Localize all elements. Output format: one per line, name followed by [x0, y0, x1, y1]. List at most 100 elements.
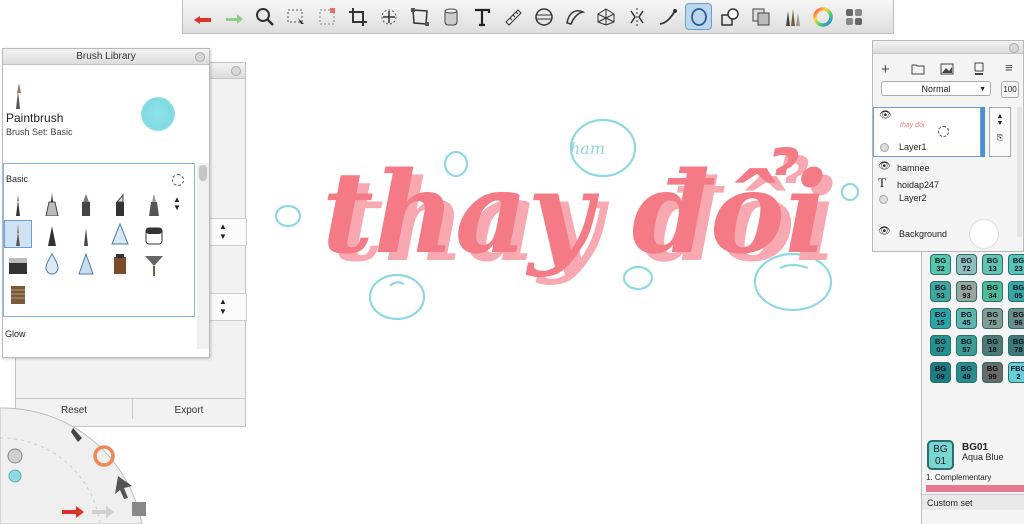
selection-mode-button[interactable]: [313, 3, 340, 30]
marker-brush[interactable]: [72, 190, 100, 218]
copic-swatch[interactable]: BG 45: [956, 308, 977, 329]
redo-icon: [225, 13, 243, 24]
airbrush-brush[interactable]: [106, 220, 134, 248]
magnify-button[interactable]: [251, 3, 278, 30]
copic-swatch[interactable]: BG 93: [956, 281, 977, 302]
copic-swatch[interactable]: BG 72: [956, 254, 977, 275]
lagoon-menu[interactable]: [0, 380, 170, 524]
undo-button[interactable]: [189, 3, 216, 30]
close-icon[interactable]: [1009, 43, 1019, 53]
background-color-swatch[interactable]: [969, 219, 999, 249]
copic-swatch[interactable]: BG 34: [982, 281, 1003, 302]
selection-button[interactable]: [282, 3, 309, 30]
brush-library-titlebar[interactable]: Brush Library: [3, 49, 209, 65]
hard-eraser-brush[interactable]: [4, 250, 32, 278]
copic-swatch[interactable]: BG 15: [930, 308, 951, 329]
layer-row-background[interactable]: 👁 Background: [873, 216, 1021, 249]
ellipse-guide-button[interactable]: [530, 3, 557, 30]
copic-swatch[interactable]: BG 05: [1008, 281, 1024, 302]
felt-pen-brush[interactable]: [106, 190, 134, 218]
paint-tube-brush[interactable]: [106, 250, 134, 278]
layer-lock-toggle[interactable]: [879, 195, 888, 204]
copic-swatch[interactable]: BG 32: [930, 254, 951, 275]
crop-button[interactable]: [344, 3, 371, 30]
color-wheel-button[interactable]: [809, 3, 836, 30]
french-curve-button[interactable]: [561, 3, 588, 30]
close-icon[interactable]: [195, 52, 205, 62]
layer-scrollbar[interactable]: [1017, 107, 1022, 237]
eraser-brush[interactable]: [140, 220, 168, 248]
canvas-artwork[interactable]: ham thay đổi thay đổi: [240, 100, 880, 340]
copic-swatch[interactable]: BG 07: [930, 335, 951, 356]
fill-button[interactable]: [437, 3, 464, 30]
copic-swatch[interactable]: BG 96: [1008, 308, 1024, 329]
shape-button[interactable]: [716, 3, 743, 30]
opacity-stepper[interactable]: ▲ ▼: [209, 293, 247, 321]
steady-stroke-button[interactable]: [654, 3, 681, 30]
smudge-brush[interactable]: [72, 250, 100, 278]
eye-icon[interactable]: 👁: [878, 226, 891, 237]
selection-icon: [287, 9, 304, 24]
selected-color-swatch[interactable]: BG 01: [927, 440, 954, 470]
reorder-arrows-icon[interactable]: ▲ ▼: [173, 196, 181, 212]
brush-scrollbar[interactable]: [197, 163, 209, 349]
copic-swatch[interactable]: BG 99: [982, 362, 1003, 383]
pencil-brush[interactable]: [4, 190, 32, 218]
brush-name: Paintbrush: [6, 111, 64, 125]
fine-brush[interactable]: [72, 220, 100, 248]
copic-swatch[interactable]: BG 75: [982, 308, 1003, 329]
perspective-button[interactable]: [592, 3, 619, 30]
close-icon[interactable]: [231, 66, 241, 76]
blender-brush[interactable]: [38, 250, 66, 278]
crop-icon: [348, 7, 367, 26]
layer-stack-icon[interactable]: [973, 62, 985, 76]
copic-swatch[interactable]: BG 18: [982, 335, 1003, 356]
add-layer-icon[interactable]: +: [881, 61, 890, 78]
ruler-button[interactable]: [499, 3, 526, 30]
distort-button[interactable]: [406, 3, 433, 30]
shape-icon: [720, 7, 739, 26]
brush-preview-dot: [141, 97, 175, 131]
layer-copy-button[interactable]: [747, 3, 774, 30]
copic-swatch[interactable]: BG 09: [930, 362, 951, 383]
transform-button[interactable]: [375, 3, 402, 30]
layer-lock-toggle[interactable]: [880, 143, 889, 152]
eye-icon[interactable]: 👁: [879, 110, 892, 121]
size-stepper[interactable]: ▲ ▼: [209, 218, 247, 246]
technical-pen-brush[interactable]: [38, 190, 66, 218]
copic-swatch[interactable]: BG 78: [1008, 335, 1024, 356]
copic-swatch[interactable]: BG 49: [956, 362, 977, 383]
lasso-icon[interactable]: [172, 174, 184, 186]
blend-mode-select[interactable]: Normal ▼: [881, 81, 991, 96]
ink-pen-brush[interactable]: [38, 220, 66, 248]
copic-swatch[interactable]: BG 57: [956, 335, 977, 356]
eye-icon[interactable]: 👁: [878, 161, 891, 172]
copic-library-button[interactable]: [840, 3, 867, 30]
opacity-value[interactable]: 100: [1001, 81, 1019, 98]
predictive-stroke-button[interactable]: [685, 3, 712, 30]
symmetry-button[interactable]: [623, 3, 650, 30]
fan-brush[interactable]: [140, 250, 168, 278]
layer-editor-titlebar[interactable]: [873, 41, 1023, 54]
layer-editor-panel: + ≡ Normal ▼ 100 👁 thay đổi Layer1 ▲ ▼ ⎘ …: [872, 40, 1024, 252]
custom-set-button[interactable]: Custom set: [922, 494, 1024, 510]
copic-swatch[interactable]: BG 13: [982, 254, 1003, 275]
menu-icon[interactable]: ≡: [1005, 60, 1013, 75]
copic-swatch[interactable]: BG 23: [1008, 254, 1024, 275]
brush-library-button[interactable]: [778, 3, 805, 30]
redo-button[interactable]: [220, 3, 247, 30]
copic-swatch[interactable]: FBG 2: [1008, 362, 1024, 383]
texture-brush[interactable]: [4, 280, 32, 308]
paintbrush-brush[interactable]: [4, 220, 32, 248]
ballpoint-brush[interactable]: [140, 190, 168, 218]
add-image-icon[interactable]: [940, 63, 954, 75]
layer-row-layer1[interactable]: 👁 thay đổi Layer1: [873, 107, 981, 157]
copic-swatch[interactable]: BG 53: [930, 281, 951, 302]
complementary-color-bar[interactable]: [926, 485, 1024, 492]
folder-icon[interactable]: [911, 63, 925, 75]
eraser-icon: [145, 227, 163, 245]
layer-row-hamnee[interactable]: 👁 hamnee T hoidap247 Layer2: [873, 159, 1021, 209]
text-button[interactable]: [468, 3, 495, 30]
magnify-icon: [255, 7, 274, 26]
layer-reorder-handle[interactable]: ▲ ▼ ⎘: [989, 107, 1011, 157]
